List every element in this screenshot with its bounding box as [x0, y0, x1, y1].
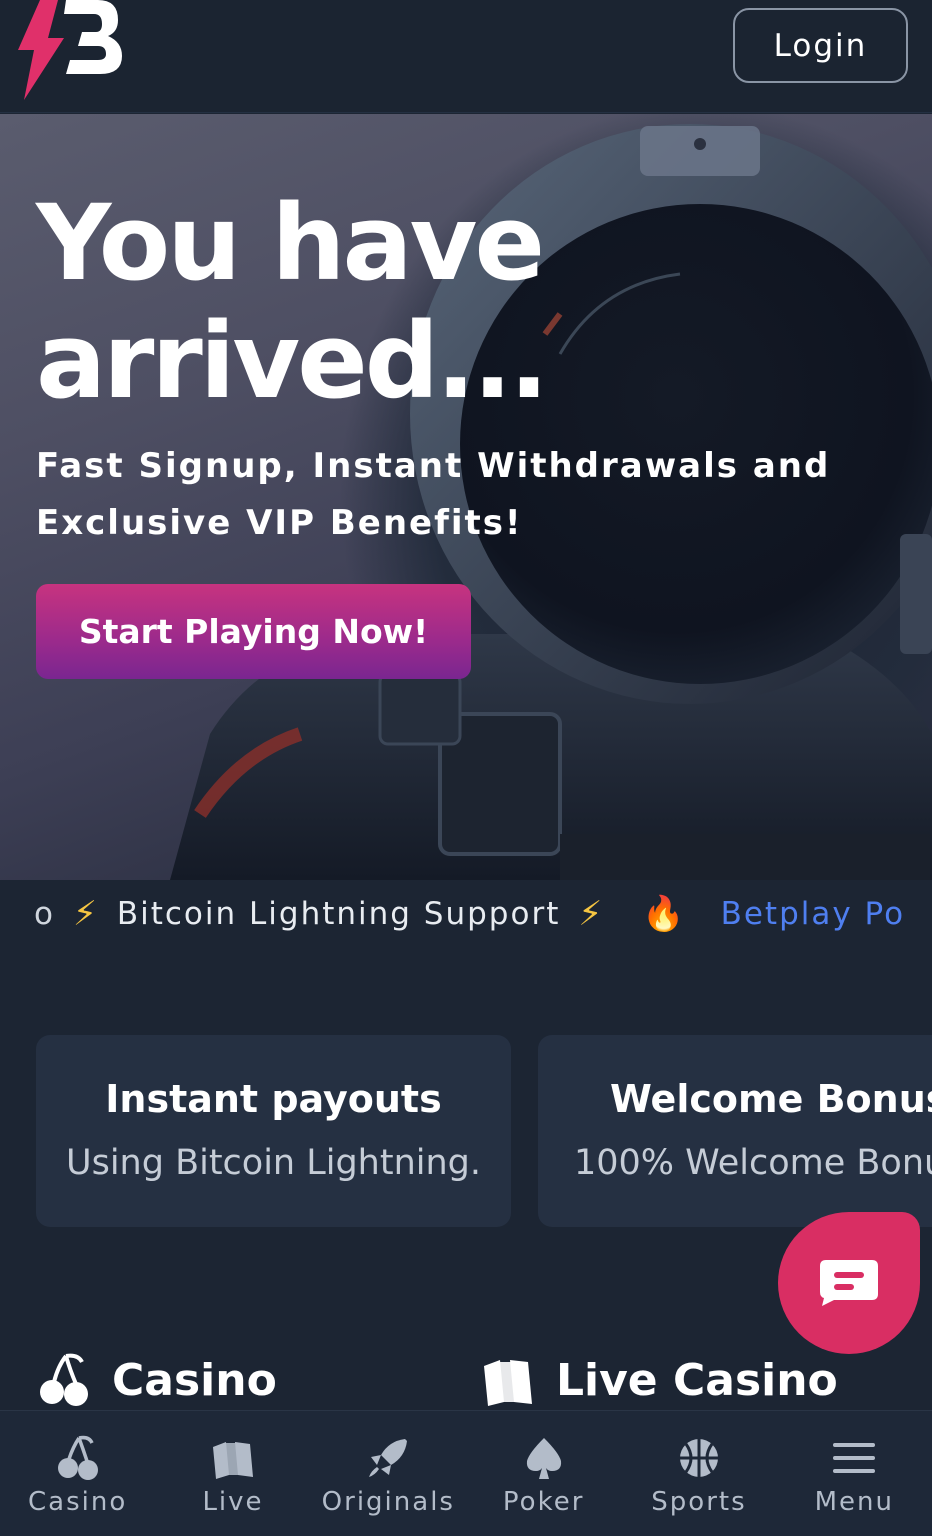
start-playing-button[interactable]: Start Playing Now! — [36, 584, 471, 679]
casino-section-heading[interactable]: Casino — [36, 1350, 277, 1410]
fire-icon: 🔥 — [642, 894, 687, 934]
nav-live[interactable]: Live — [155, 1411, 310, 1536]
announcement-ticker: o ⚡ Bitcoin Lightning Support ⚡ 🔥 Betpla… — [0, 880, 932, 955]
hero-banner: You have arrived... Fast Signup, Instant… — [0, 114, 932, 880]
ticker-fragment: o — [34, 896, 55, 932]
nav-casino[interactable]: Casino — [0, 1411, 155, 1536]
hamburger-icon — [833, 1443, 876, 1473]
lightning-icon: ⚡ — [578, 894, 605, 934]
bottom-navigation: Casino Live Originals Poker Sports Menu — [0, 1410, 932, 1536]
cherries-icon — [57, 1435, 98, 1480]
live-casino-heading-label: Live Casino — [556, 1354, 838, 1406]
feature-card-instant-payouts[interactable]: Instant payouts Using Bitcoin Lightning. — [36, 1035, 511, 1227]
cards-icon — [212, 1442, 253, 1479]
cards-icon — [484, 1360, 532, 1406]
nav-label: Originals — [321, 1487, 455, 1517]
nav-label: Sports — [651, 1487, 747, 1517]
live-casino-section-heading[interactable]: Live Casino — [480, 1350, 838, 1410]
basketball-icon — [679, 1439, 718, 1477]
nav-label: Poker — [502, 1487, 585, 1517]
ticker-link[interactable]: Betplay Po — [721, 896, 906, 932]
nav-originals[interactable]: Originals — [311, 1411, 466, 1536]
chat-button[interactable] — [778, 1212, 920, 1354]
hero-title: You have arrived... — [36, 182, 549, 422]
nav-label: Casino — [28, 1487, 128, 1517]
card-text: Using Bitcoin Lightning. — [65, 1143, 482, 1183]
top-header: Login — [0, 0, 932, 113]
hero-subtitle: Fast Signup, Instant Withdrawals and Exc… — [36, 446, 831, 543]
chat-bubble-icon — [820, 1260, 878, 1306]
nav-poker[interactable]: Poker — [466, 1411, 621, 1536]
spade-icon — [526, 1438, 561, 1479]
feature-card-welcome-bonus[interactable]: Welcome Bonus 100% Welcome Bonu — [538, 1035, 932, 1227]
ticker-item[interactable]: Bitcoin Lightning Support — [117, 896, 561, 932]
lightning-icon: ⚡ — [72, 894, 99, 934]
cherries-icon — [40, 1353, 88, 1406]
betplay-logo-icon[interactable] — [18, 0, 128, 100]
nav-menu[interactable]: Menu — [777, 1411, 932, 1536]
card-title: Instant payouts — [105, 1077, 442, 1121]
card-title: Welcome Bonus — [610, 1077, 932, 1121]
ticker-track: o ⚡ Bitcoin Lightning Support ⚡ 🔥 Betpla… — [34, 894, 905, 934]
nav-sports[interactable]: Sports — [621, 1411, 776, 1536]
nav-label: Menu — [814, 1487, 894, 1517]
rocket-icon — [369, 1439, 408, 1477]
card-text: 100% Welcome Bonu — [574, 1143, 932, 1183]
nav-label: Live — [202, 1487, 264, 1517]
login-button[interactable]: Login — [733, 8, 908, 83]
casino-heading-label: Casino — [112, 1354, 277, 1406]
